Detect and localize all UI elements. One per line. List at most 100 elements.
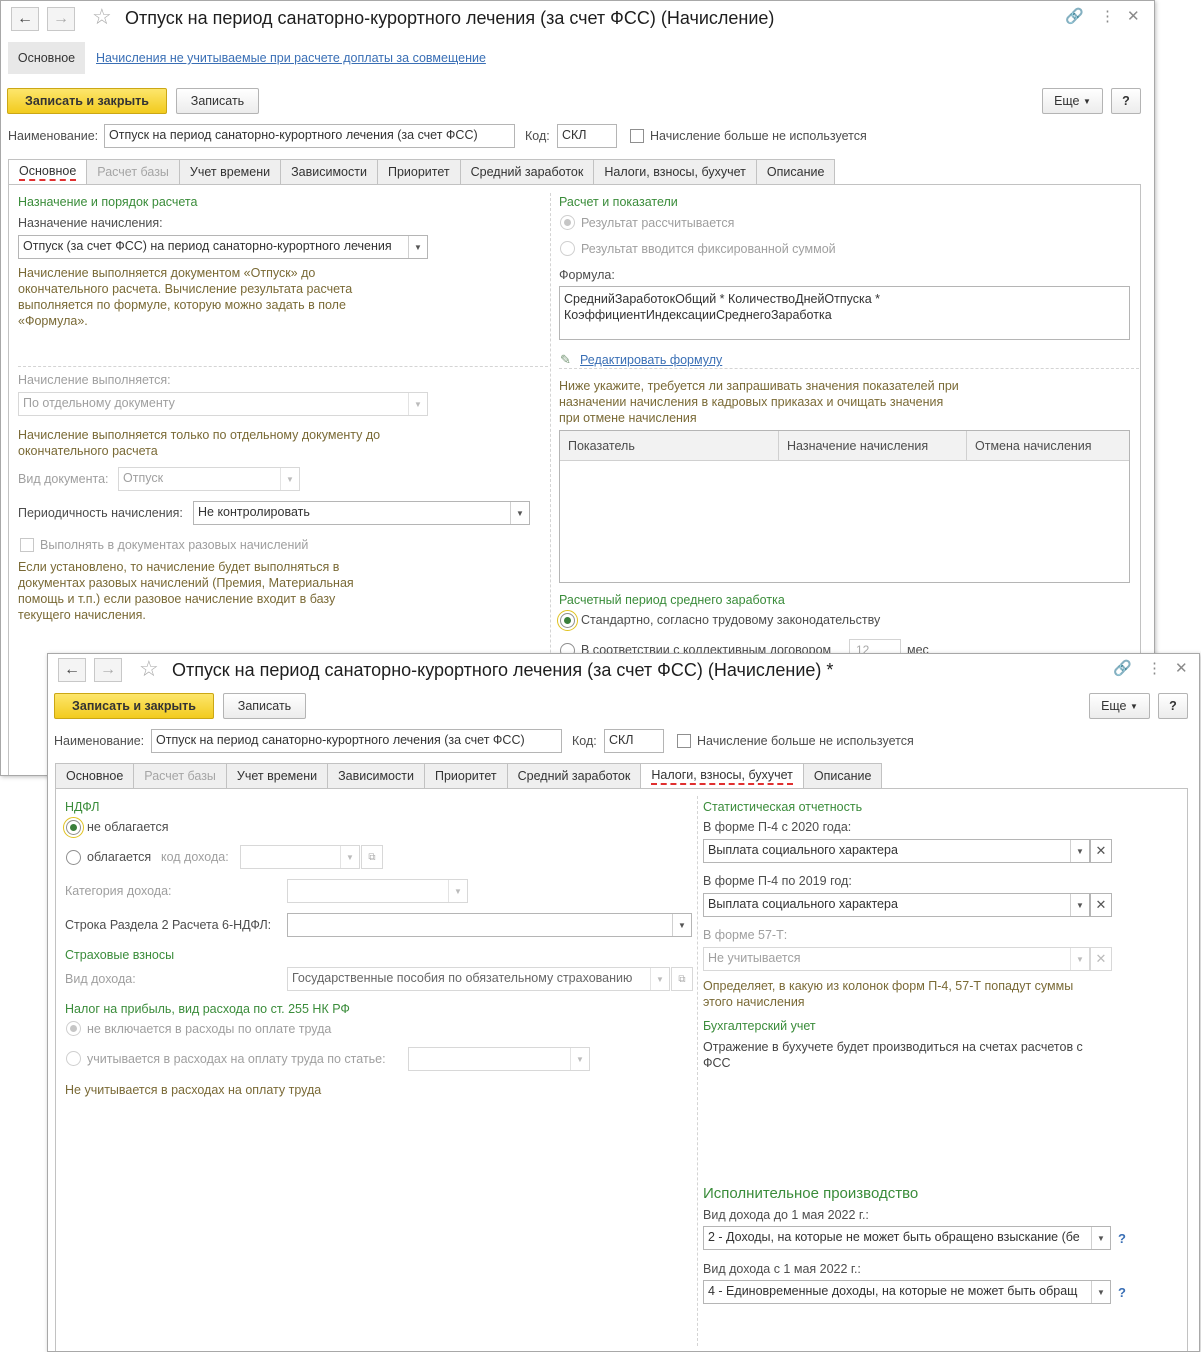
unused-checkbox[interactable]	[630, 129, 644, 143]
more-button[interactable]: Еще ▼	[1089, 693, 1150, 719]
chevron-down-icon: ▼	[510, 502, 529, 524]
radio-not-taxed[interactable]	[63, 817, 84, 838]
window-title: Отпуск на период санаторно-курортного ле…	[172, 660, 834, 680]
radio-taxed[interactable]	[66, 850, 81, 865]
row6-select[interactable]: ▼	[287, 913, 692, 937]
formula-value: СреднийЗаработокОбщий * КоличествоДнейОт…	[564, 292, 881, 322]
chevron-down-icon: ▼	[340, 846, 359, 868]
pencil-icon: ✎	[560, 352, 571, 367]
nav-link-combination[interactable]: Начисления не учитываемые при расчете до…	[96, 51, 486, 65]
name-field[interactable]: Отпуск на период санаторно-курортного ле…	[104, 124, 515, 148]
tab-bar: Основное Расчет базы Учет времени Зависи…	[55, 763, 883, 789]
link-icon[interactable]: 🔗	[1065, 9, 1084, 24]
taxed-label: облагается	[87, 850, 152, 864]
window-foreground: ← → ☆ Отпуск на период санаторно-курортн…	[47, 653, 1200, 1352]
before-select[interactable]: 2 - Доходы, на которые не может быть обр…	[703, 1226, 1111, 1250]
formula-label: Формула:	[559, 268, 615, 282]
more-menu-icon[interactable]: ⋮	[1100, 9, 1115, 24]
col-indicator[interactable]: Показатель	[560, 431, 779, 461]
tab-avg[interactable]: Средний заработок	[507, 763, 642, 789]
f57-label: В форме 57-Т:	[703, 928, 788, 942]
p4-2020-label: В форме П-4 с 2020 года:	[703, 820, 852, 834]
chevron-down-icon: ▼	[408, 236, 427, 258]
p4-2019-select[interactable]: Выплата социального характера ▼	[703, 893, 1090, 917]
col-cancel[interactable]: Отмена начисления	[967, 431, 1129, 461]
chevron-down-icon: ▼	[650, 968, 669, 990]
chevron-down-icon: ▼	[1130, 701, 1138, 711]
more-button[interactable]: Еще ▼	[1042, 88, 1103, 114]
chevron-down-icon: ▼	[1091, 1227, 1110, 1249]
help-icon[interactable]: ?	[1118, 1231, 1126, 1246]
save-close-button[interactable]: Записать и закрыть	[54, 693, 214, 719]
help-button[interactable]: ?	[1158, 693, 1188, 719]
radio-avg-standard[interactable]	[557, 610, 578, 631]
tab-base[interactable]: Расчет базы	[87, 159, 180, 185]
insurance-kind-label: Вид дохода:	[65, 972, 136, 986]
formula-field[interactable]: СреднийЗаработокОбщий * КоличествоДнейОт…	[559, 286, 1130, 340]
after-value: 4 - Единовременные доходы, на которые не…	[708, 1284, 1078, 1298]
code-field[interactable]: СКЛ	[604, 729, 664, 753]
tab-deps[interactable]: Зависимости	[281, 159, 378, 185]
code-field[interactable]: СКЛ	[557, 124, 617, 148]
unused-checkbox[interactable]	[677, 734, 691, 748]
clear-icon[interactable]: ✕	[1090, 839, 1112, 863]
f57-value: Не учитывается	[708, 951, 801, 965]
chevron-down-icon: ▼	[570, 1048, 589, 1070]
tab-avg[interactable]: Средний заработок	[460, 159, 595, 185]
purpose-label: Назначение начисления:	[18, 216, 163, 230]
save-close-button[interactable]: Записать и закрыть	[7, 88, 167, 114]
col-assign[interactable]: Назначение начисления	[779, 431, 967, 461]
name-field[interactable]: Отпуск на период санаторно-курортного ле…	[151, 729, 562, 753]
purpose-note: Начисление выполняется документом «Отпус…	[18, 266, 353, 328]
forward-button[interactable]: →	[47, 7, 75, 31]
row6-label: Строка Раздела 2 Расчета 6-НДФЛ:	[65, 918, 272, 932]
back-button[interactable]: ←	[58, 658, 86, 682]
tab-taxes-label: Налоги, взносы, бухучет	[651, 768, 793, 785]
exec-label: Начисление выполняется:	[18, 373, 171, 387]
doc-kind-value: Отпуск	[123, 471, 164, 485]
income-code-select: ▼	[240, 845, 360, 869]
back-button[interactable]: ←	[11, 7, 39, 31]
radio-not-included	[66, 1021, 81, 1036]
clear-icon[interactable]: ✕	[1090, 893, 1112, 917]
tab-base[interactable]: Расчет базы	[134, 763, 227, 789]
tab-taxes[interactable]: Налоги, взносы, бухучет	[594, 159, 757, 185]
tab-main[interactable]: Основное	[8, 159, 88, 185]
more-menu-icon[interactable]: ⋮	[1147, 661, 1162, 676]
p4-2020-select[interactable]: Выплата социального характера ▼	[703, 839, 1090, 863]
chevron-down-icon: ▼	[1091, 1281, 1110, 1303]
period-select[interactable]: Не контролировать ▼	[193, 501, 530, 525]
tab-time[interactable]: Учет времени	[179, 159, 282, 185]
tab-description[interactable]: Описание	[756, 159, 836, 185]
tab-main[interactable]: Основное	[55, 763, 135, 789]
close-icon[interactable]: ✕	[1175, 661, 1188, 676]
help-button[interactable]: ?	[1111, 88, 1141, 114]
nav-main-tab[interactable]: Основное	[8, 42, 85, 74]
edit-formula-link[interactable]: Редактировать формулу	[580, 353, 722, 367]
close-icon[interactable]: ✕	[1127, 9, 1140, 24]
indicators-note: Ниже укажите, требуется ли запрашивать з…	[559, 379, 959, 425]
purpose-select[interactable]: Отпуск (за счет ФСС) на период санаторно…	[18, 235, 428, 259]
help-icon[interactable]: ?	[1118, 1285, 1126, 1300]
favorite-star-icon[interactable]: ☆	[139, 658, 159, 680]
tab-time[interactable]: Учет времени	[226, 763, 329, 789]
after-select[interactable]: 4 - Единовременные доходы, на которые не…	[703, 1280, 1111, 1304]
save-button[interactable]: Записать	[176, 88, 259, 114]
forward-button[interactable]: →	[94, 658, 122, 682]
doc-kind-select: Отпуск ▼	[118, 467, 300, 491]
tab-description[interactable]: Описание	[803, 763, 883, 789]
radio-result-calculated	[560, 215, 575, 230]
tab-priority[interactable]: Приоритет	[377, 159, 461, 185]
clear-icon: ✕	[1090, 947, 1112, 971]
tab-priority[interactable]: Приоритет	[424, 763, 508, 789]
favorite-star-icon[interactable]: ☆	[92, 6, 112, 28]
tab-deps[interactable]: Зависимости	[328, 763, 425, 789]
save-button[interactable]: Записать	[223, 693, 306, 719]
tab-taxes[interactable]: Налоги, взносы, бухучет	[641, 763, 804, 789]
indicators-table[interactable]: Показатель Назначение начисления Отмена …	[559, 430, 1130, 583]
link-icon[interactable]: 🔗	[1113, 661, 1132, 676]
period-value: Не контролировать	[198, 505, 310, 519]
code-label: Код:	[525, 129, 550, 143]
purpose-value: Отпуск (за счет ФСС) на период санаторно…	[23, 239, 392, 253]
insurance-kind-value: Государственные пособия по обязательному…	[292, 971, 633, 985]
